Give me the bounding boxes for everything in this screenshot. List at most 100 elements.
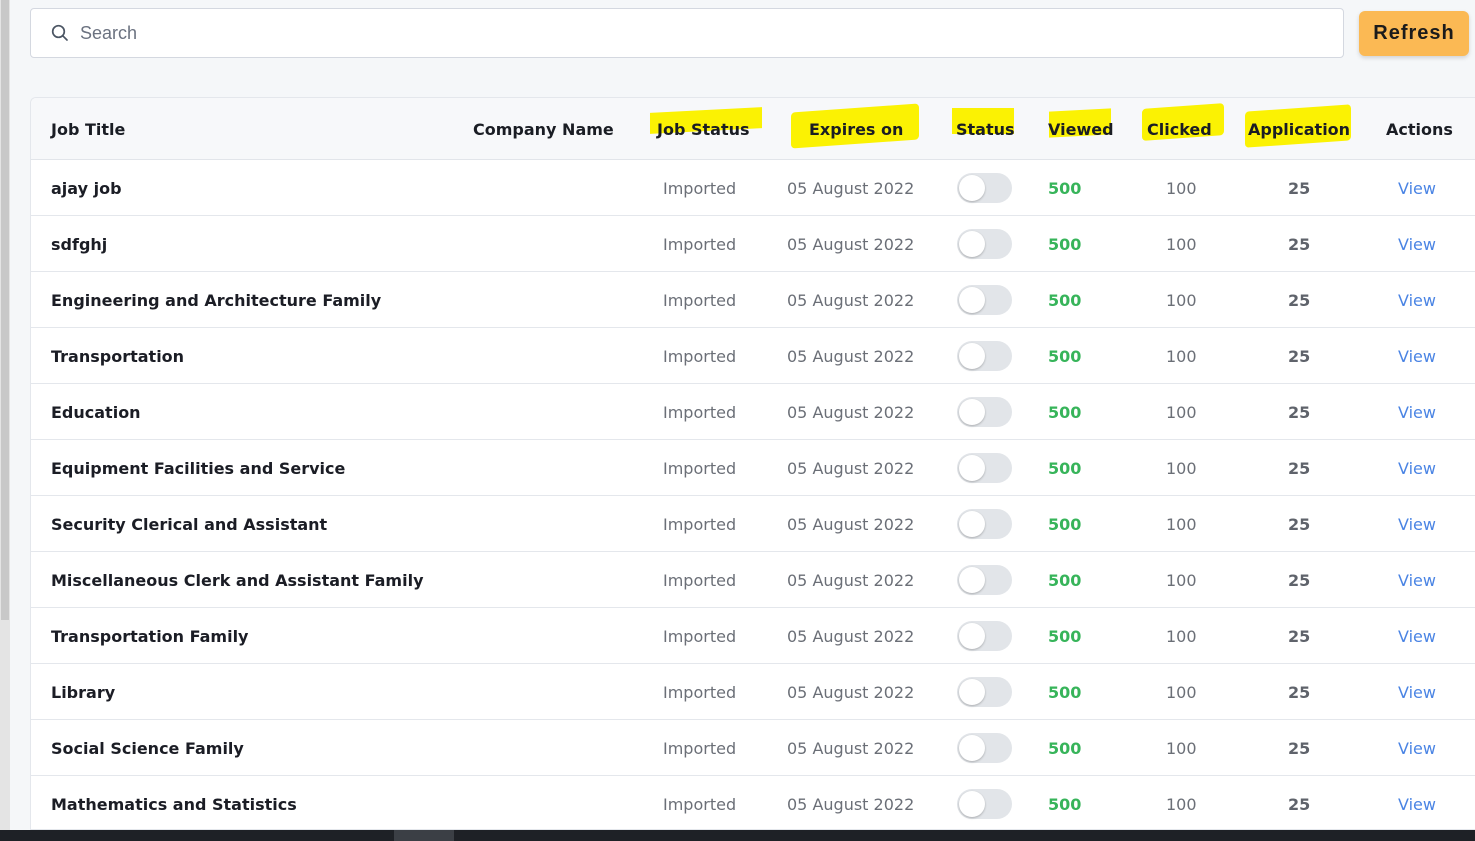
- expires-on: 05 August 2022: [787, 346, 915, 366]
- view-link[interactable]: View: [1398, 664, 1436, 720]
- job-status: Imported: [663, 570, 737, 590]
- job-title: Miscellaneous Clerk and Assistant Family: [51, 570, 424, 590]
- expires-on: 05 August 2022: [787, 234, 915, 254]
- status-toggle[interactable]: [957, 229, 1012, 259]
- viewed-count: 500: [1048, 234, 1082, 254]
- job-title: Social Science Family: [51, 738, 244, 758]
- job-title: ajay job: [51, 178, 122, 198]
- table-row: Social Science Family Imported 05 August…: [31, 720, 1475, 776]
- job-status: Imported: [663, 738, 737, 758]
- view-link[interactable]: View: [1398, 776, 1436, 829]
- job-title: Education: [51, 402, 141, 422]
- view-link[interactable]: View: [1398, 552, 1436, 608]
- expires-on: 05 August 2022: [787, 514, 915, 534]
- status-toggle-knob: [959, 399, 985, 425]
- view-link[interactable]: View: [1398, 216, 1436, 272]
- header-job-title: Job Title: [51, 119, 126, 139]
- application-count: 25: [1288, 346, 1311, 366]
- view-link[interactable]: View: [1398, 720, 1436, 776]
- status-toggle[interactable]: [957, 285, 1012, 315]
- table-row: Security Clerical and Assistant Imported…: [31, 496, 1475, 552]
- application-count: 25: [1288, 682, 1311, 702]
- viewed-count: 500: [1048, 570, 1082, 590]
- job-status: Imported: [663, 178, 737, 198]
- job-status: Imported: [663, 346, 737, 366]
- header-job-status: Job Status: [657, 119, 750, 139]
- status-toggle-knob: [959, 287, 985, 313]
- application-count: 25: [1288, 626, 1311, 646]
- status-toggle[interactable]: [957, 453, 1012, 483]
- status-toggle-knob: [959, 735, 985, 761]
- expires-on: 05 August 2022: [787, 626, 915, 646]
- view-link[interactable]: View: [1398, 608, 1436, 664]
- view-link[interactable]: View: [1398, 384, 1436, 440]
- table-body: ajay job Imported 05 August 2022 500 100…: [31, 160, 1475, 829]
- status-toggle[interactable]: [957, 341, 1012, 371]
- status-toggle-knob: [959, 623, 985, 649]
- header-clicked: Clicked: [1147, 119, 1212, 139]
- status-toggle-knob: [959, 455, 985, 481]
- job-title: sdfghj: [51, 234, 108, 254]
- job-title: Engineering and Architecture Family: [51, 290, 382, 310]
- status-toggle-knob: [959, 175, 985, 201]
- status-toggle-knob: [959, 343, 985, 369]
- job-status: Imported: [663, 458, 737, 478]
- view-link[interactable]: View: [1398, 272, 1436, 328]
- left-scrollbar-thumb[interactable]: [1, 0, 9, 620]
- job-status: Imported: [663, 402, 737, 422]
- expires-on: 05 August 2022: [787, 178, 915, 198]
- table-row: Miscellaneous Clerk and Assistant Family…: [31, 552, 1475, 608]
- header-status: Status: [956, 119, 1015, 139]
- bottom-scrollbar-thumb[interactable]: [394, 830, 454, 841]
- viewed-count: 500: [1048, 794, 1082, 814]
- search-input[interactable]: [80, 22, 1280, 44]
- job-title: Transportation: [51, 346, 185, 366]
- status-toggle[interactable]: [957, 173, 1012, 203]
- job-status: Imported: [663, 290, 737, 310]
- header-company-name: Company Name: [473, 119, 614, 139]
- status-toggle-knob: [959, 567, 985, 593]
- application-count: 25: [1288, 290, 1311, 310]
- header-application: Application: [1248, 119, 1351, 139]
- clicked-count: 100: [1166, 178, 1197, 198]
- view-link[interactable]: View: [1398, 328, 1436, 384]
- status-toggle-knob: [959, 791, 985, 817]
- viewed-count: 500: [1048, 514, 1082, 534]
- refresh-button[interactable]: Refresh: [1359, 11, 1469, 56]
- status-toggle[interactable]: [957, 621, 1012, 651]
- status-toggle-knob: [959, 511, 985, 537]
- clicked-count: 100: [1166, 514, 1197, 534]
- job-title: Library: [51, 682, 116, 702]
- search-box[interactable]: [30, 8, 1344, 58]
- expires-on: 05 August 2022: [787, 290, 915, 310]
- viewed-count: 500: [1048, 738, 1082, 758]
- view-link[interactable]: View: [1398, 496, 1436, 552]
- application-count: 25: [1288, 794, 1311, 814]
- clicked-count: 100: [1166, 290, 1197, 310]
- table-row: Transportation Imported 05 August 2022 5…: [31, 328, 1475, 384]
- view-link[interactable]: View: [1398, 440, 1436, 496]
- status-toggle[interactable]: [957, 677, 1012, 707]
- viewed-count: 500: [1048, 178, 1082, 198]
- viewed-count: 500: [1048, 626, 1082, 646]
- status-toggle[interactable]: [957, 397, 1012, 427]
- header-viewed: Viewed: [1048, 119, 1114, 139]
- job-status: Imported: [663, 514, 737, 534]
- status-toggle[interactable]: [957, 789, 1012, 819]
- table-row: Equipment Facilities and Service Importe…: [31, 440, 1475, 496]
- table-row: Library Imported 05 August 2022 500 100 …: [31, 664, 1475, 720]
- table-header-row: Job Title Company Name Job Status Expire…: [31, 98, 1475, 160]
- header-actions: Actions: [1386, 119, 1453, 139]
- status-toggle[interactable]: [957, 733, 1012, 763]
- view-link[interactable]: View: [1398, 160, 1436, 216]
- search-icon: [51, 24, 68, 41]
- application-count: 25: [1288, 458, 1311, 478]
- viewed-count: 500: [1048, 290, 1082, 310]
- expires-on: 05 August 2022: [787, 738, 915, 758]
- bottom-bar: [0, 830, 1475, 841]
- status-toggle[interactable]: [957, 565, 1012, 595]
- status-toggle[interactable]: [957, 509, 1012, 539]
- viewed-count: 500: [1048, 682, 1082, 702]
- jobs-table: Job Title Company Name Job Status Expire…: [30, 97, 1475, 830]
- left-scrollbar[interactable]: [0, 0, 10, 830]
